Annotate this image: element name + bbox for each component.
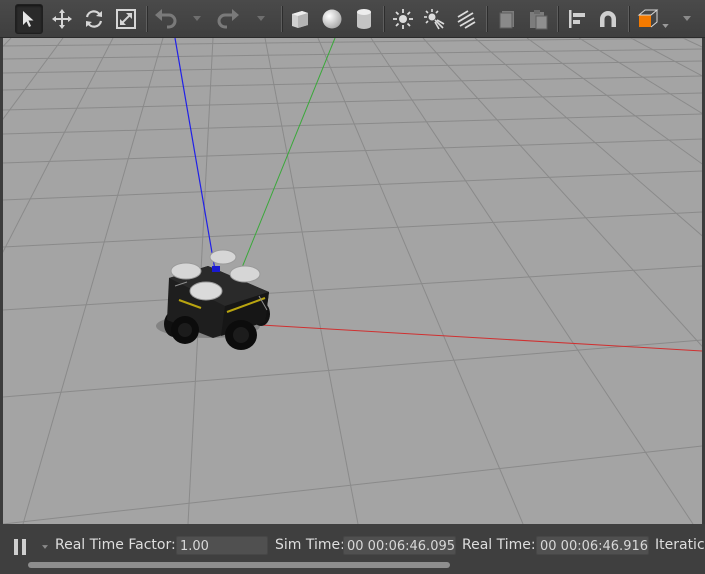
scale-icon — [116, 9, 136, 29]
sun-icon — [393, 9, 413, 29]
z-axis-line — [174, 38, 216, 271]
chevron-down-icon — [193, 15, 201, 21]
horizontal-scrollbar[interactable] — [0, 560, 705, 570]
redo-dropdown[interactable] — [256, 12, 266, 24]
redo-button[interactable] — [214, 4, 242, 34]
redo-icon — [217, 9, 239, 29]
scene-canvas — [3, 38, 702, 524]
orange-cube-icon — [637, 9, 659, 28]
copy-icon — [499, 11, 514, 29]
chevron-down-icon — [661, 24, 669, 28]
toolbar-separator — [383, 6, 385, 32]
translate-mode-button[interactable] — [48, 4, 76, 34]
sim-time-label: Sim Time: — [275, 537, 345, 553]
sim-time-field: 00 00:06:46.095 — [343, 536, 456, 555]
spot-light-button[interactable] — [420, 4, 448, 34]
undo-button[interactable] — [152, 4, 180, 34]
point-light-button[interactable] — [389, 4, 417, 34]
chevron-down-icon — [257, 15, 265, 21]
toolbar-separator — [628, 6, 630, 32]
box-shape-button[interactable] — [286, 4, 314, 34]
view-angle-dropdown[interactable] — [660, 20, 670, 32]
toolbar-separator — [557, 6, 559, 32]
sphere-icon — [322, 9, 342, 29]
select-mode-button[interactable] — [15, 4, 43, 34]
pause-button[interactable] — [10, 536, 30, 558]
scrollbar-thumb[interactable] — [28, 562, 450, 568]
sphere-shape-button[interactable] — [318, 4, 346, 34]
move-arrows-icon — [52, 9, 72, 29]
toolbar-overflow[interactable] — [682, 12, 692, 24]
directional-light-button[interactable] — [452, 4, 480, 34]
snap-button[interactable] — [594, 4, 622, 34]
view-angle-button[interactable] — [634, 4, 662, 34]
scene-viewport[interactable] — [3, 38, 702, 524]
scale-mode-button[interactable] — [112, 4, 140, 34]
chevron-down-icon — [683, 15, 691, 21]
paste-button[interactable] — [524, 4, 552, 34]
rotate-mode-button[interactable] — [80, 4, 108, 34]
box-icon — [292, 11, 308, 28]
real-time-label: Real Time: — [462, 537, 536, 553]
undo-icon — [155, 9, 177, 29]
spotlight-icon — [424, 9, 445, 30]
arrow-cursor-icon — [23, 11, 34, 27]
real-time-factor-field: 1.00 — [176, 536, 268, 555]
real-time-factor-label: Real Time Factor: — [55, 537, 176, 553]
directional-light-icon — [457, 10, 476, 29]
paste-icon — [530, 10, 548, 30]
toolbar-separator — [146, 6, 148, 32]
iterations-label: Iteratic — [655, 537, 705, 553]
undo-dropdown[interactable] — [192, 12, 202, 24]
toolbar-separator — [281, 6, 283, 32]
x-axis-line — [260, 324, 702, 352]
cylinder-shape-button[interactable] — [350, 4, 378, 34]
robot-model[interactable] — [156, 249, 270, 350]
cylinder-icon — [357, 9, 371, 29]
real-time-field: 00 00:06:46.916 — [536, 536, 649, 555]
ground-grid — [3, 38, 702, 524]
pause-icon — [14, 539, 26, 555]
rotate-icon — [85, 10, 103, 28]
step-dropdown[interactable] — [42, 543, 48, 551]
align-icon — [569, 10, 585, 28]
align-button[interactable] — [563, 4, 591, 34]
toolbar — [0, 0, 705, 38]
copy-button[interactable] — [493, 4, 521, 34]
chevron-down-icon — [42, 545, 48, 549]
magnet-icon — [600, 11, 616, 27]
toolbar-separator — [486, 6, 488, 32]
status-bar: Real Time Factor: 1.00 Sim Time: 00 00:0… — [0, 524, 705, 574]
